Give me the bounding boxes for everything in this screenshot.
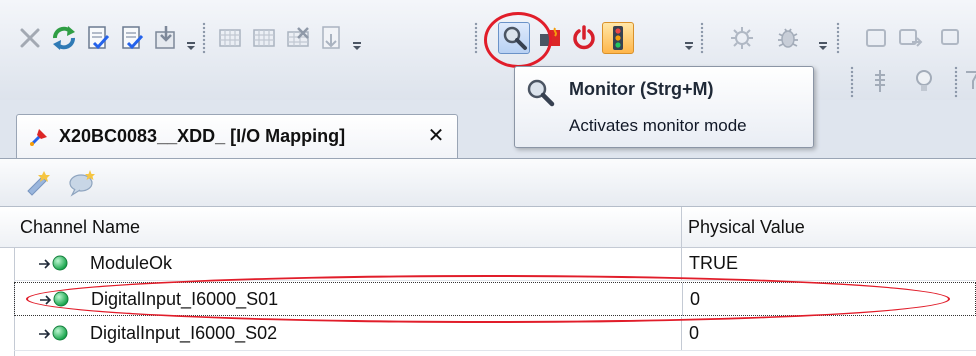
status-led-icon — [52, 325, 68, 341]
tooltip-description: Activates monitor mode — [569, 116, 747, 135]
grid-icon[interactable] — [248, 22, 280, 54]
toolbar-grip[interactable] — [202, 22, 206, 54]
bug-gear-icon[interactable] — [726, 22, 758, 54]
import-document-icon[interactable] — [316, 22, 348, 54]
channel-name: ModuleOk — [90, 253, 173, 273]
toolbar-grip[interactable] — [850, 66, 854, 98]
comment-icon[interactable] — [66, 167, 98, 199]
delete-grid-icon[interactable] — [282, 22, 314, 54]
grid-icon[interactable] — [214, 22, 246, 54]
new-item-icon[interactable] — [22, 167, 54, 199]
physical-value-cell: 0 — [689, 323, 700, 343]
table-header: Channel Name Physical Value — [0, 207, 976, 248]
toolbar-dropdown-arrow[interactable] — [684, 42, 694, 50]
toolbar-dropdown-arrow[interactable] — [818, 42, 828, 50]
traffic-light-icon[interactable] — [602, 22, 634, 54]
toolbar-grip[interactable] — [700, 22, 704, 54]
column-header-channel-name[interactable]: Channel Name — [14, 207, 682, 247]
toolbar-grip[interactable] — [836, 22, 840, 54]
toolbar-dropdown-arrow[interactable] — [186, 42, 196, 50]
monitor-tooltip: Monitor (Strg+M) Activates monitor mode — [514, 66, 814, 148]
check-document-icon[interactable] — [82, 22, 114, 54]
power-icon[interactable] — [568, 22, 600, 54]
tab-title: X20BC0083__XDD_ [I/O Mapping] — [59, 126, 346, 146]
column-header-physical-value[interactable]: Physical Value — [682, 207, 976, 247]
arrow-right-icon — [38, 257, 52, 271]
toolbar-grip[interactable] — [474, 22, 478, 54]
bug-icon[interactable] — [772, 22, 804, 54]
physical-value-cell: TRUE — [689, 253, 738, 273]
status-led-icon — [52, 255, 68, 271]
download-document-icon[interactable] — [150, 22, 182, 54]
toolbar-row-2 — [836, 65, 976, 98]
step-icon[interactable] — [864, 65, 896, 97]
channel-name: DigitalInput_I6000_S02 — [90, 323, 278, 343]
tooltip-title: Monitor (Strg+M) — [569, 79, 714, 99]
close-icon[interactable]: ✕ — [425, 124, 447, 148]
close-x-icon[interactable] — [14, 22, 46, 54]
io-mapping-icon — [27, 125, 51, 149]
editor-toolbar — [0, 158, 976, 207]
monitor-highlight-ring — [484, 12, 552, 68]
rectangle-icon[interactable] — [860, 22, 892, 54]
monitor-magnifier-icon — [525, 77, 555, 107]
toolbar-grip[interactable] — [954, 66, 958, 98]
window-arrow-icon[interactable] — [936, 22, 968, 54]
refresh-icon[interactable] — [48, 22, 80, 54]
toolbar-dropdown-arrow[interactable] — [352, 42, 362, 50]
lightbulb-icon[interactable] — [908, 65, 940, 97]
check-document-icon[interactable] — [116, 22, 148, 54]
arrow-right-icon — [38, 327, 52, 341]
tab-io-mapping[interactable]: X20BC0083__XDD_ [I/O Mapping] ✕ — [16, 114, 458, 158]
window-arrow-icon[interactable] — [894, 22, 926, 54]
selected-row-highlight-ring — [26, 275, 950, 323]
filter-icon[interactable] — [960, 65, 976, 97]
